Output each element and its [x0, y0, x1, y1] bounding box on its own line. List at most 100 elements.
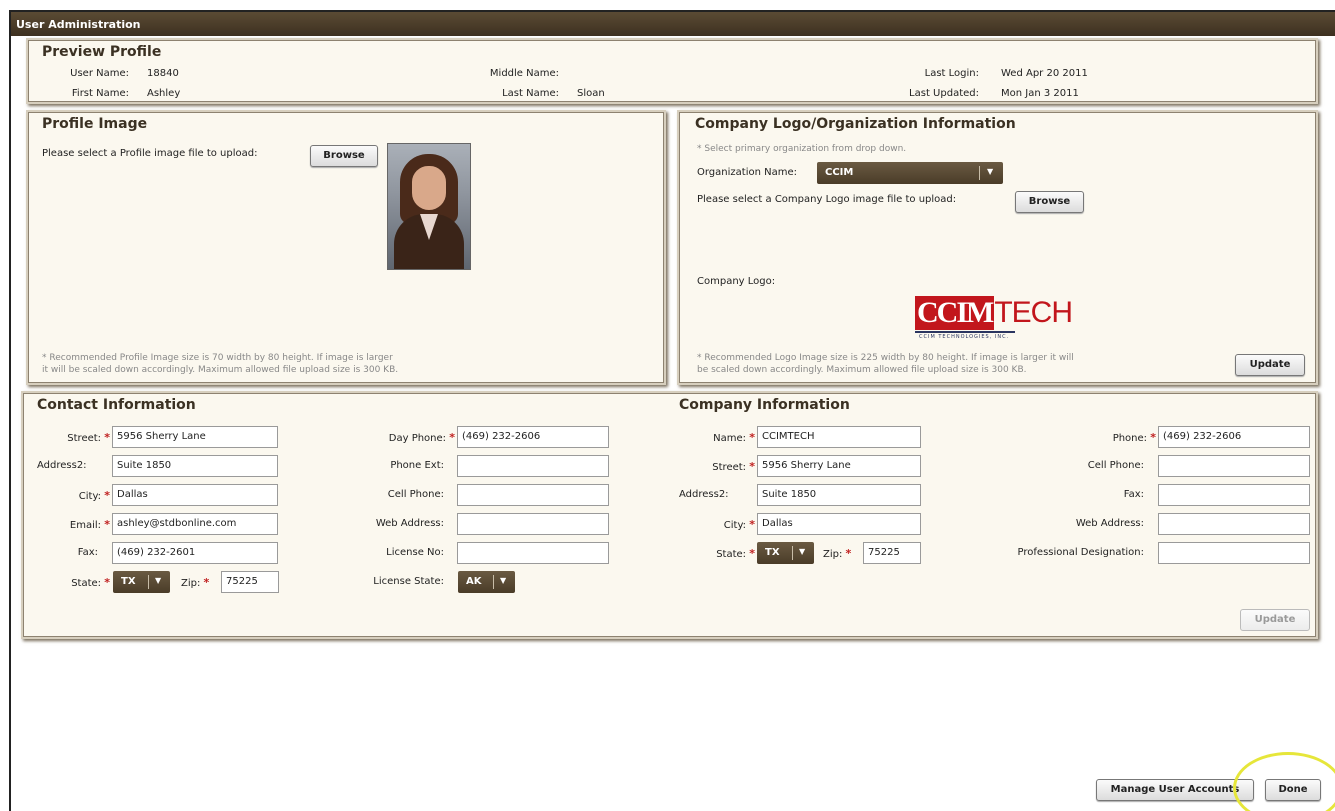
company-logo-panel: Company Logo/Organization Information * …	[679, 112, 1316, 383]
company-phone-label: Phone: *	[1112, 431, 1156, 444]
license-no-input[interactable]	[457, 542, 609, 564]
license-state-label: License State:	[373, 576, 444, 587]
company-fax-label: Fax:	[1123, 489, 1144, 500]
company-name-label: Name: *	[713, 431, 755, 444]
manage-user-accounts-button[interactable]: Manage User Accounts	[1096, 779, 1254, 801]
logo-note-2: be scaled down accordingly. Maximum allo…	[697, 365, 1027, 375]
logo-update-button[interactable]: Update	[1235, 354, 1305, 376]
user-name-label: User Name:	[70, 68, 129, 79]
window-title: User Administration	[11, 12, 1335, 36]
asterisk-icon: *	[749, 460, 755, 473]
company-name-input[interactable]: CCIMTECH	[757, 426, 921, 448]
chevron-down-icon: ▼	[799, 547, 806, 556]
first-name-label: First Name:	[71, 88, 129, 99]
profile-image-panel: Profile Image Please select a Profile im…	[28, 112, 664, 383]
org-hint: * Select primary organization from drop …	[697, 144, 907, 154]
contact-state-dropdown[interactable]: TX ▼	[113, 571, 170, 593]
contact-email-label: Email: *	[69, 518, 110, 531]
logo-upload-label: Please select a Company Logo image file …	[697, 194, 957, 205]
contact-info-title: Contact Information	[37, 397, 196, 413]
profile-image-title: Profile Image	[42, 116, 148, 132]
profile-note-2: it will be scaled down accordingly. Maxi…	[42, 365, 399, 375]
asterisk-icon: *	[749, 518, 755, 531]
day-phone-label: Day Phone: *	[388, 431, 455, 444]
day-phone-input[interactable]: (469) 232-2606	[457, 426, 609, 448]
preview-profile-title: Preview Profile	[42, 44, 162, 60]
company-logo-label: Company Logo:	[697, 276, 776, 287]
last-updated-value: Mon Jan 3 2011	[1001, 88, 1079, 99]
designation-input[interactable]	[1158, 542, 1310, 564]
company-phone-input[interactable]: (469) 232-2606	[1158, 426, 1310, 448]
asterisk-icon: *	[104, 518, 110, 531]
license-state-value: AK	[466, 576, 482, 587]
asterisk-icon: *	[749, 431, 755, 444]
contact-address2-label: Address2:	[37, 460, 87, 471]
designation-label: Professional Designation:	[1017, 547, 1144, 558]
contact-city-label: City: *	[78, 489, 110, 502]
chevron-down-icon: ▼	[155, 576, 162, 585]
logo-note-1: * Recommended Logo Image size is 225 wid…	[697, 353, 1074, 363]
contact-fax-label: Fax:	[77, 547, 98, 558]
company-fax-input[interactable]	[1158, 484, 1310, 506]
company-city-label: City: *	[723, 518, 755, 531]
last-login-label: Last Login:	[924, 68, 979, 79]
asterisk-icon: *	[845, 547, 852, 560]
company-web-address-input[interactable]	[1158, 513, 1310, 535]
phone-ext-input[interactable]	[457, 455, 609, 477]
contact-zip-input[interactable]: 75225	[221, 571, 279, 593]
preview-profile-panel: Preview Profile User Name: 18840 First N…	[28, 40, 1316, 102]
company-zip-label: Zip: *	[823, 547, 852, 560]
company-cell-phone-input[interactable]	[1158, 455, 1310, 477]
org-name-dropdown[interactable]: CCIM ▼	[817, 162, 1003, 184]
company-web-address-label: Web Address:	[1075, 518, 1144, 529]
profile-browse-button[interactable]: Browse	[310, 145, 378, 167]
company-logo-title: Company Logo/Organization Information	[695, 116, 1016, 132]
contact-state-label: State: *	[71, 576, 110, 589]
company-state-label: State: *	[716, 547, 755, 560]
company-update-button[interactable]: Update	[1240, 609, 1310, 631]
license-no-label: License No:	[386, 547, 444, 558]
phone-ext-label: Phone Ext:	[390, 460, 444, 471]
profile-note-1: * Recommended Profile Image size is 70 w…	[42, 353, 393, 363]
company-logo-image: CCIMTECH CCIM TECHNOLOGIES, INC.	[915, 296, 1073, 340]
company-state-value: TX	[765, 547, 780, 558]
company-zip-input[interactable]: 75225	[863, 542, 921, 564]
asterisk-icon: *	[449, 431, 455, 444]
contact-street-input[interactable]: 5956 Sherry Lane	[112, 426, 278, 448]
org-name-value: CCIM	[825, 167, 854, 178]
contact-cell-phone-label: Cell Phone:	[387, 489, 444, 500]
contact-web-address-label: Web Address:	[375, 518, 444, 529]
last-name-label: Last Name:	[502, 88, 559, 99]
info-panel: Contact Information Company Information …	[23, 393, 1316, 637]
contact-web-address-input[interactable]	[457, 513, 609, 535]
company-street-label: Street: *	[712, 460, 755, 473]
middle-name-label: Middle Name:	[489, 68, 559, 79]
profile-photo	[387, 143, 471, 270]
chevron-down-icon: ▼	[987, 167, 994, 176]
profile-upload-label: Please select a Profile image file to up…	[42, 148, 258, 159]
asterisk-icon: *	[1150, 431, 1156, 444]
company-state-dropdown[interactable]: TX ▼	[757, 542, 814, 564]
contact-address2-input[interactable]: Suite 1850	[112, 455, 278, 477]
license-state-dropdown[interactable]: AK ▼	[458, 571, 515, 593]
contact-cell-phone-input[interactable]	[457, 484, 609, 506]
contact-email-input[interactable]: ashley@stdbonline.com	[112, 513, 278, 535]
company-cell-phone-label: Cell Phone:	[1087, 460, 1144, 471]
logo-browse-button[interactable]: Browse	[1015, 191, 1084, 213]
asterisk-icon: *	[203, 576, 210, 589]
asterisk-icon: *	[104, 489, 110, 502]
company-info-title: Company Information	[679, 397, 850, 413]
asterisk-icon: *	[104, 431, 110, 444]
company-city-input[interactable]: Dallas	[757, 513, 921, 535]
contact-street-label: Street: *	[67, 431, 110, 444]
last-updated-label: Last Updated:	[909, 88, 979, 99]
contact-city-input[interactable]: Dallas	[112, 484, 278, 506]
user-name-value: 18840	[147, 68, 179, 79]
contact-fax-input[interactable]: (469) 232-2601	[112, 542, 278, 564]
first-name-value: Ashley	[147, 88, 181, 99]
company-street-input[interactable]: 5956 Sherry Lane	[757, 455, 921, 477]
company-address2-input[interactable]: Suite 1850	[757, 484, 921, 506]
contact-state-value: TX	[121, 576, 136, 587]
last-login-value: Wed Apr 20 2011	[1001, 68, 1088, 79]
chevron-down-icon: ▼	[500, 576, 507, 585]
